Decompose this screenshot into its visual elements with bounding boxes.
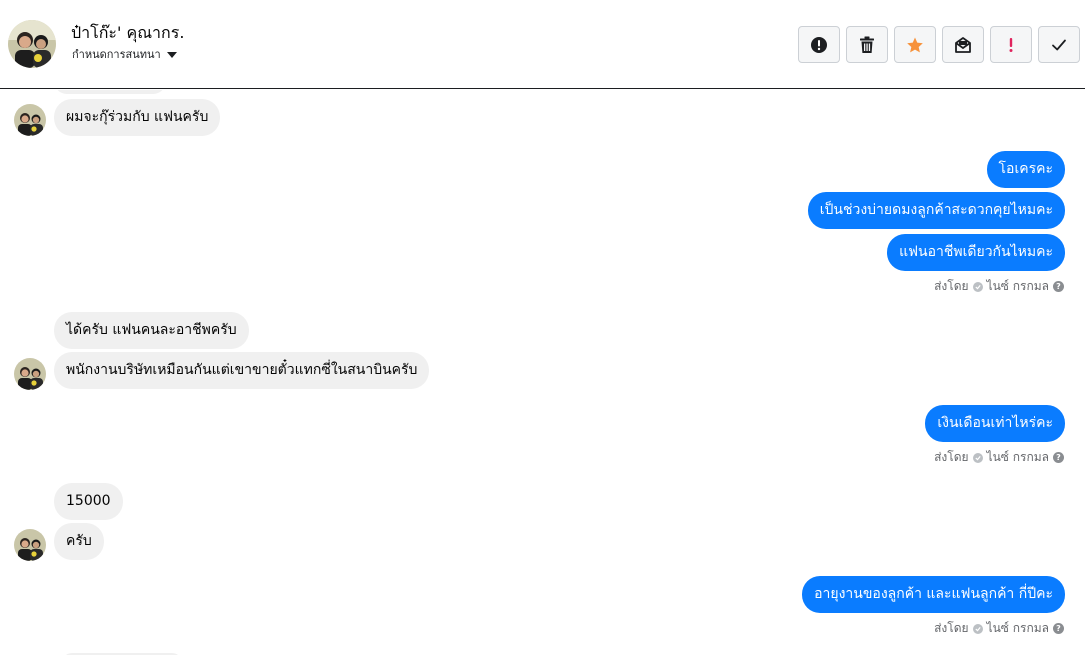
contact-name[interactable]: ป๋าโก๊ะ' คุณากร. [71,21,184,46]
outgoing-message[interactable]: แฟนอาชีพเดียวกันไหมคะ [887,234,1065,271]
alert-circle-icon [811,36,827,53]
caret-down-icon [166,51,177,58]
star-button[interactable] [894,26,936,63]
exclamation-icon [1009,37,1013,52]
outgoing-message[interactable]: เป็นช่วงบ่ายดมงลูกค้าสะดวกคุยไหมคะ [807,192,1065,229]
help-icon[interactable]: ? [1053,452,1064,463]
verified-check-icon [972,281,983,292]
mark-unread-button[interactable] [942,26,984,63]
check-icon [1052,39,1066,50]
contact-avatar[interactable] [8,20,56,68]
conversation-toolbar [798,26,1080,63]
star-icon [907,37,923,52]
help-icon[interactable]: ? [1053,281,1064,292]
sent-by-prefix: ส่งโดย [934,621,969,635]
verified-check-icon [972,623,983,634]
message-thread[interactable]: ผมจะกุ๊ร่วมกับ แฟนครับ โอเครคะ เป็นช่วงบ… [0,90,1085,655]
envelope-icon [955,36,971,53]
report-button[interactable] [798,26,840,63]
sent-by-agent[interactable]: ไนซ์ กรกมล [987,619,1049,638]
incoming-message[interactable]: พนักงานบริษัทเหมือนกันแต่เขาขายตั๋วแทกซี… [54,352,430,389]
incoming-message[interactable]: ครับ [54,523,104,560]
conversation-header: ป๋าโก๊ะ' คุณากร. กำหนดการสนทนา [0,0,1085,89]
priority-button[interactable] [990,26,1032,63]
conversation-settings-dropdown[interactable]: กำหนดการสนทนา [72,45,177,63]
verified-check-icon [972,452,983,463]
done-button[interactable] [1038,26,1080,63]
contact-avatar-small [14,358,46,390]
outgoing-message[interactable]: โอเครคะ [986,151,1065,188]
outgoing-message[interactable]: เงินเดือนเท่าไหร่คะ [925,405,1065,442]
sent-by-agent[interactable]: ไนซ์ กรกมล [987,448,1049,467]
sent-by-info: ส่งโดย ไนซ์ กรกมล ? [934,448,1064,467]
outgoing-message[interactable]: อายุงานของลูกค้า และแฟนลูกค้า กี่ปีคะ [802,576,1065,613]
sent-by-prefix: ส่งโดย [934,450,969,464]
sent-by-agent[interactable]: ไนซ์ กรกมล [987,277,1049,296]
sent-by-info: ส่งโดย ไนซ์ กรกมล ? [934,619,1064,638]
sent-by-info: ส่งโดย ไนซ์ กรกมล ? [934,277,1064,296]
delete-button[interactable] [846,26,888,63]
help-icon[interactable]: ? [1053,623,1064,634]
message-bubble-partial [54,90,166,94]
incoming-message[interactable]: 15000 [54,483,123,520]
conversation-settings-label: กำหนดการสนทนา [72,48,161,61]
incoming-message[interactable]: ได้ครับ แฟนคนละอาชีพครับ [54,312,249,349]
trash-icon [860,36,874,53]
incoming-message[interactable]: ผมจะกุ๊ร่วมกับ แฟนครับ [54,99,221,136]
contact-avatar-small [14,104,46,136]
contact-avatar-small [14,529,46,561]
sent-by-prefix: ส่งโดย [934,279,969,293]
